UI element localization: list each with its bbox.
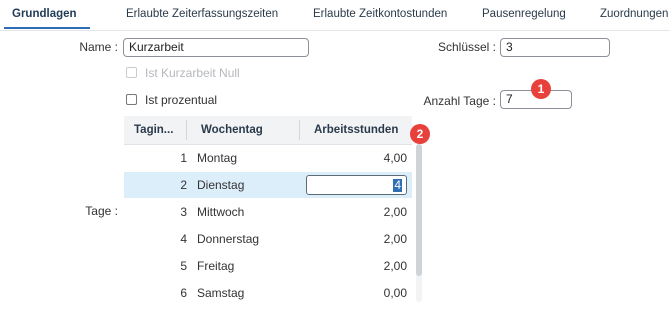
arbeitsstunden-edit-input[interactable]: 4 <box>306 175 407 195</box>
name-input[interactable]: Kurzarbeit <box>123 38 309 57</box>
cell-arbeitsstunden[interactable]: 0,00 <box>306 280 407 306</box>
tage-grid: Tagin... Wochentag Arbeitsstunden 1 Mont… <box>124 116 412 304</box>
cell-arbeitsstunden[interactable]: 2,00 <box>306 226 407 252</box>
cell-index: 5 <box>180 259 187 273</box>
cell-arbeitsstunden[interactable]: 4,00 <box>306 145 407 171</box>
tab-bar: Grundlagen Erlaubte Zeiterfassungszeiten… <box>0 0 670 31</box>
ist-kurzarbeit-null-label: Ist Kurzarbeit Null <box>145 66 240 80</box>
annotation-badge-1: 1 <box>531 79 551 99</box>
tab-erlaubte-zeiterfassungszeiten[interactable]: Erlaubte Zeiterfassungszeiten <box>126 0 278 29</box>
column-separator[interactable] <box>186 120 187 140</box>
cell-wochentag: Donnerstag <box>197 232 260 246</box>
tage-label: Tage : <box>85 204 118 218</box>
cell-index: 6 <box>180 286 187 300</box>
cell-index: 2 <box>180 178 187 192</box>
cell-arbeitsstunden[interactable]: 2,00 <box>306 253 407 279</box>
ist-prozentual-label: Ist prozentual <box>145 93 218 107</box>
table-row[interactable]: 3 Mittwoch 2,00 <box>124 199 412 225</box>
ist-kurzarbeit-null-checkbox[interactable] <box>126 67 137 78</box>
tab-grundlagen[interactable]: Grundlagen <box>12 0 77 29</box>
grid-header: Tagin... Wochentag Arbeitsstunden <box>124 116 412 145</box>
ist-prozentual-checkbox[interactable] <box>126 94 137 105</box>
column-header-arbeitsstunden[interactable]: Arbeitsstunden <box>314 116 404 144</box>
table-row[interactable]: 6 Samstag 0,00 <box>124 280 412 306</box>
anzahl-tage-label: Anzahl Tage : <box>423 94 497 108</box>
table-row-selected[interactable]: 2 Dienstag 4 <box>124 172 412 198</box>
table-row[interactable]: 4 Donnerstag 2,00 <box>124 226 412 252</box>
cell-wochentag: Dienstag <box>197 178 245 192</box>
grid-scrollbar-thumb[interactable] <box>416 144 422 276</box>
cell-wochentag: Freitag <box>197 259 235 273</box>
tab-pausenregelung[interactable]: Pausenregelung <box>482 0 566 29</box>
column-header-tagindex[interactable]: Tagin... <box>134 116 180 144</box>
table-row[interactable]: 5 Freitag 2,00 <box>124 253 412 279</box>
tab-erlaubte-zeitkontostunden[interactable]: Erlaubte Zeitkontostunden <box>313 0 447 29</box>
schluessel-label: Schlüssel : <box>437 40 496 54</box>
active-tab-indicator <box>4 27 90 29</box>
column-header-wochentag[interactable]: Wochentag <box>201 116 301 144</box>
tab-zuordnungen[interactable]: Zuordnungen <box>600 0 668 29</box>
annotation-badge-2: 2 <box>410 124 430 144</box>
table-row[interactable]: 1 Montag 4,00 <box>124 145 412 171</box>
cell-index: 4 <box>180 232 187 246</box>
cell-wochentag: Montag <box>197 151 238 165</box>
cell-index: 3 <box>180 205 187 219</box>
schluessel-input[interactable]: 3 <box>500 38 610 57</box>
cell-arbeitsstunden[interactable]: 2,00 <box>306 199 407 225</box>
cell-wochentag: Mittwoch <box>197 205 245 219</box>
cell-wochentag: Samstag <box>197 286 245 300</box>
name-label: Name : <box>79 40 118 54</box>
column-separator[interactable] <box>299 120 300 140</box>
selected-edit-text: 4 <box>393 178 402 192</box>
cell-index: 1 <box>180 151 187 165</box>
